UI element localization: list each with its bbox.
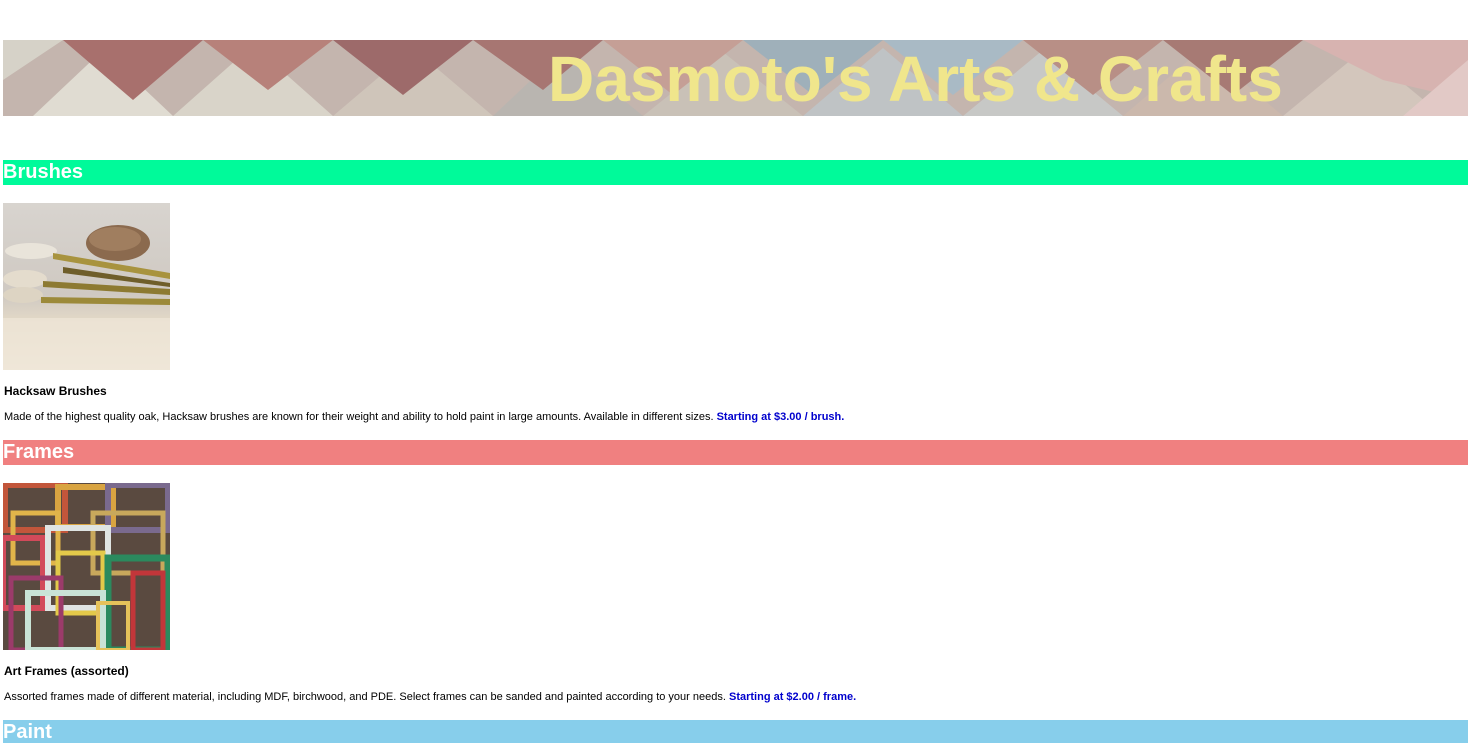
description-text: Made of the highest quality oak, Hacksaw… [4,411,714,423]
price-frames: Starting at $2.00 / frame. [728,691,857,703]
header-banner: Dasmoto's Arts & Crafts [3,40,1468,116]
section-heading-brushes: Brushes [3,160,1468,185]
product-description-brushes: Made of the highest quality oak, Hacksaw… [4,411,844,424]
product-name-art-frames: Art Frames (assorted) [4,664,129,678]
brushes-image [3,203,170,370]
frames-image [3,483,170,650]
section-heading-paint: Paint [3,720,1468,743]
page: Dasmoto's Arts & Crafts Brushes Hacksaw … [0,0,1468,743]
product-description-frames: Assorted frames made of different materi… [4,691,856,704]
brushes-photo [3,203,170,370]
description-text: Assorted frames made of different materi… [4,691,726,703]
frames-photo [3,483,170,650]
price-brushes: Starting at $3.00 / brush. [716,411,845,423]
section-heading-frames: Frames [3,440,1468,465]
site-title: Dasmoto's Arts & Crafts [548,43,1283,115]
product-name-hacksaw-brushes: Hacksaw Brushes [4,384,107,398]
